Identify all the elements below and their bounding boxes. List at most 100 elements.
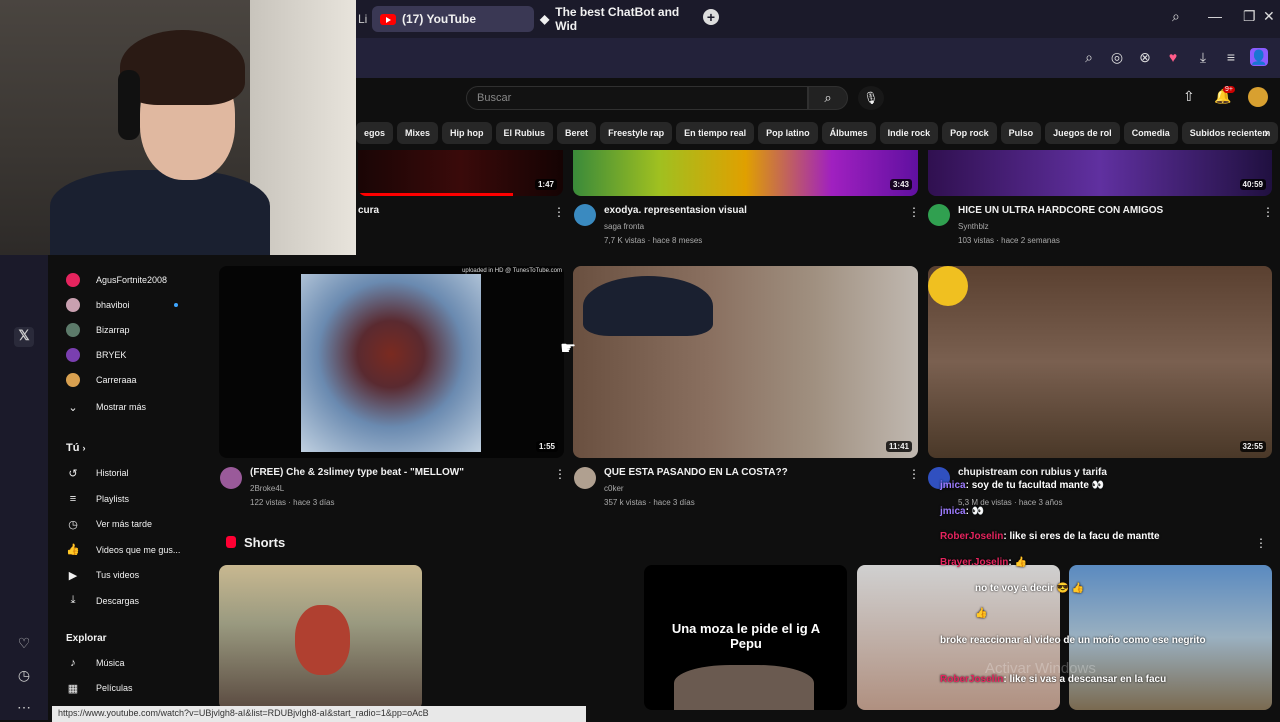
thumbnail-art — [301, 274, 481, 452]
minimize-icon[interactable]: — — [1208, 8, 1222, 24]
video-thumbnail-3[interactable]: 40:59 — [928, 150, 1272, 196]
search-tabs-icon[interactable]: ⌕ — [1172, 8, 1180, 25]
short-thumbnail-2[interactable]: Una moza le pide el ig A Pepu — [644, 565, 847, 710]
camera-icon[interactable]: ◎ — [1108, 48, 1126, 66]
heart-outline-icon[interactable]: ♡ — [14, 635, 34, 655]
sidebar-item[interactable]: ⤓ Descargas — [66, 591, 139, 611]
maximize-icon[interactable]: ❐ — [1243, 8, 1256, 25]
sidebar-item[interactable]: ≡ Playlists — [66, 489, 129, 509]
filter-chip[interactable]: Beret — [557, 122, 597, 144]
video-title[interactable]: HICE UN ULTRA HARDCORE CON AMIGOS — [958, 205, 1163, 216]
microphone-icon: 🎙 — [863, 91, 879, 105]
shield-icon[interactable]: ⊗ — [1136, 48, 1154, 66]
filter-chips-bar: egos Mixes Hip hop El Rubius Beret Freestyle … — [356, 122, 1280, 144]
channel-avatar[interactable] — [574, 467, 596, 489]
filter-chip[interactable]: Freestyle rap — [600, 122, 673, 144]
heart-icon[interactable]: ♥ — [1164, 48, 1182, 66]
subscription-item[interactable]: Bizarrap — [66, 320, 130, 340]
subscription-label: BRYEK — [96, 350, 127, 360]
close-icon[interactable]: ✕ — [1263, 8, 1275, 25]
channel-avatar[interactable] — [220, 467, 242, 489]
more-actions-icon[interactable]: ⋮ — [908, 205, 920, 219]
channel-avatar[interactable] — [574, 204, 596, 226]
channel-name[interactable]: c0ker — [604, 484, 624, 493]
youtube-favicon-icon — [380, 13, 396, 25]
video-title[interactable]: chupistream con rubius y tarifa — [958, 467, 1107, 478]
filter-chip[interactable]: Mixes — [397, 122, 439, 144]
show-more-label: Mostrar más — [96, 402, 147, 412]
subscription-item[interactable]: Carreraaa — [66, 370, 137, 390]
film-icon: ▦ — [67, 682, 79, 695]
channel-name[interactable]: Synthblz — [958, 222, 989, 231]
clock-icon[interactable]: ◷ — [14, 667, 34, 687]
profile-icon[interactable]: 👤 — [1250, 48, 1268, 66]
sidebar-item[interactable]: ▦ Películas — [66, 678, 133, 698]
voice-search-button[interactable]: 🎙 — [858, 86, 884, 110]
video-thumbnail-4[interactable]: uploaded in HD @ TunesToTube.com 1:55 — [219, 266, 564, 458]
duration-badge: 3:43 — [889, 179, 912, 190]
filter-chip[interactable]: Juegos de rol — [1045, 122, 1120, 144]
duration-badge: 11:41 — [885, 441, 912, 452]
channel-avatar[interactable] — [928, 204, 950, 226]
more-actions-icon[interactable]: ⋮ — [1262, 205, 1274, 219]
chevron-right-icon[interactable]: › — [1264, 124, 1269, 140]
duration-badge: 1:55 — [535, 441, 558, 452]
video-thumbnail-5[interactable]: 11:41 — [573, 266, 918, 458]
new-content-dot — [174, 303, 178, 307]
more-icon[interactable]: ⋯ — [14, 699, 34, 719]
filter-chip[interactable]: Hip hop — [442, 122, 492, 144]
chat-message: no te voy a decir 😎 👍 — [975, 583, 1085, 594]
more-actions-icon[interactable]: ⋮ — [1255, 536, 1267, 550]
filter-chip[interactable]: Comedia — [1123, 122, 1178, 144]
tab-partial-label[interactable]: Li — [358, 12, 367, 26]
filter-chip[interactable]: Pulso — [1000, 122, 1042, 144]
sidebar-item[interactable]: 👍 Videos que me gus... — [66, 540, 180, 560]
video-thumbnail-1[interactable]: 1:47 — [358, 150, 563, 196]
account-avatar[interactable] — [1248, 87, 1268, 107]
filter-chip[interactable]: egos — [356, 122, 394, 144]
more-actions-icon[interactable]: ⋮ — [908, 467, 920, 481]
tab-chatbot[interactable]: ◆ The best ChatBot and Wid — [532, 5, 692, 33]
channel-name[interactable]: saga fronta — [604, 222, 644, 231]
search-button[interactable]: ⌕ — [808, 86, 848, 110]
new-tab-button[interactable]: + — [703, 9, 719, 25]
download-icon[interactable]: ⤓ — [1194, 48, 1212, 66]
filter-chip[interactable]: Pop rock — [942, 122, 997, 144]
sidebar-item[interactable]: ↺ Historial — [66, 463, 128, 483]
short-thumbnail-1[interactable] — [219, 565, 422, 710]
headset-icon — [118, 70, 140, 140]
more-actions-icon[interactable]: ⋮ — [553, 205, 565, 219]
filter-chip[interactable]: Indie rock — [879, 122, 939, 144]
filter-chip[interactable]: El Rubius — [495, 122, 554, 144]
sidebar-item[interactable]: ◷ Ver más tarde — [66, 514, 152, 534]
chat-message: jmica: soy de tu facultad mante 👀 — [940, 480, 1105, 491]
more-actions-icon[interactable]: ⋮ — [554, 467, 566, 481]
x-twitter-icon[interactable]: 𝕏 — [14, 327, 34, 347]
video-title[interactable]: exodya. representasion visual — [604, 205, 747, 216]
clock-icon: ◷ — [68, 518, 78, 531]
duration-badge: 40:59 — [1239, 179, 1266, 190]
channel-avatar — [66, 298, 80, 312]
video-title[interactable]: cura — [358, 205, 379, 216]
search-input[interactable]: Buscar — [466, 86, 808, 110]
video-title[interactable]: QUE ESTA PASANDO EN LA COSTA?? — [604, 467, 788, 478]
filter-chip[interactable]: Álbumes — [821, 122, 876, 144]
subscription-label: AgusFortnite2008 — [96, 275, 168, 285]
channel-name[interactable]: 2Broke4L — [250, 484, 284, 493]
subscription-item[interactable]: bhaviboi — [66, 295, 130, 315]
filter-chip[interactable]: Pop latino — [758, 122, 818, 144]
upload-icon[interactable]: ⇧ — [1183, 88, 1195, 105]
video-thumbnail-6[interactable]: 32:55 — [928, 266, 1272, 458]
subscription-item[interactable]: BRYEK — [66, 345, 126, 365]
video-thumbnail-2[interactable]: 3:43 — [573, 150, 918, 196]
video-title[interactable]: (FREE) Che & 2slimey type beat - "MELLOW… — [250, 467, 464, 478]
tab-youtube[interactable]: (17) YouTube — [372, 6, 534, 32]
sidebar-item[interactable]: ♪ Música — [66, 653, 124, 673]
filter-chip[interactable]: En tiempo real — [676, 122, 755, 144]
you-section-header[interactable]: Tú › — [66, 442, 86, 454]
sidebar-item[interactable]: ▶ Tus videos — [66, 565, 139, 585]
show-more-button[interactable]: ⌄ Mostrar más — [66, 397, 146, 417]
zoom-icon[interactable]: ⌕ — [1080, 48, 1098, 66]
menu-icon[interactable]: ≡ — [1222, 48, 1240, 66]
subscription-item[interactable]: AgusFortnite2008 — [66, 270, 167, 290]
